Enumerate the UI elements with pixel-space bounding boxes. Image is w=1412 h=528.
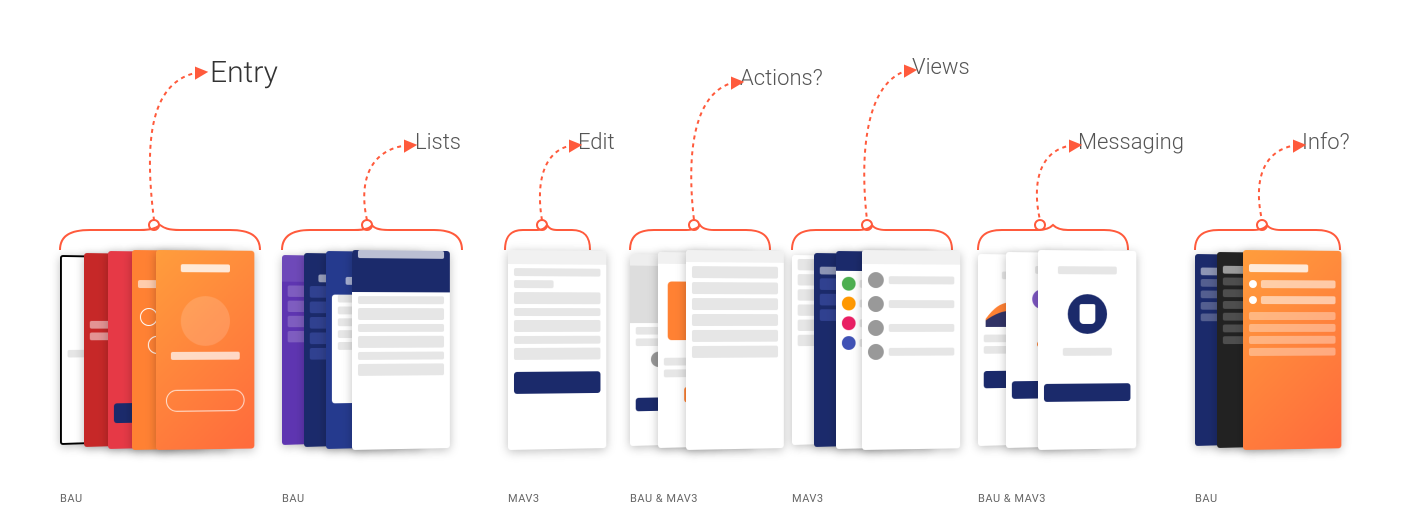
cluster-caption-edit: MAV3 — [508, 492, 540, 505]
cluster-caption-messaging: BAU & MAV3 — [978, 492, 1046, 505]
cluster-caption-actions: BAU & MAV3 — [630, 492, 698, 505]
cluster-edit: MAV3 — [508, 250, 608, 480]
cluster-caption-views: MAV3 — [792, 492, 824, 505]
bracket-edit — [505, 228, 590, 252]
bracket-messaging — [978, 228, 1128, 252]
cluster-entry: BAU — [60, 250, 260, 480]
bracket-actions — [630, 228, 770, 252]
category-label-messaging: Messaging — [1078, 130, 1184, 155]
cluster-info: BAU — [1195, 250, 1355, 480]
arrow-messaging — [1028, 135, 1088, 230]
arrow-actions — [682, 72, 752, 230]
cluster-messaging: BAU & MAV3 — [978, 250, 1148, 480]
bracket-entry — [60, 228, 260, 252]
arrow-entry — [140, 60, 220, 230]
cluster-views: MAV3 — [792, 250, 962, 480]
category-label-actions: Actions? — [740, 66, 823, 91]
cluster-caption-lists: BAU — [282, 492, 305, 505]
cluster-caption-info: BAU — [1195, 492, 1218, 505]
arrow-info — [1250, 135, 1312, 230]
bracket-info — [1195, 228, 1340, 252]
category-label-entry: Entry — [210, 55, 278, 90]
bracket-lists — [282, 228, 462, 252]
arrow-edit — [532, 135, 587, 230]
cluster-actions: BAU & MAV3 — [630, 250, 780, 480]
bracket-views — [792, 228, 952, 252]
arrow-lists — [353, 135, 423, 230]
cluster-lists: BAU — [282, 250, 467, 480]
diagram-canvas: Entry — [0, 0, 1412, 528]
cluster-caption-entry: BAU — [60, 492, 83, 505]
arrow-views — [855, 60, 925, 230]
